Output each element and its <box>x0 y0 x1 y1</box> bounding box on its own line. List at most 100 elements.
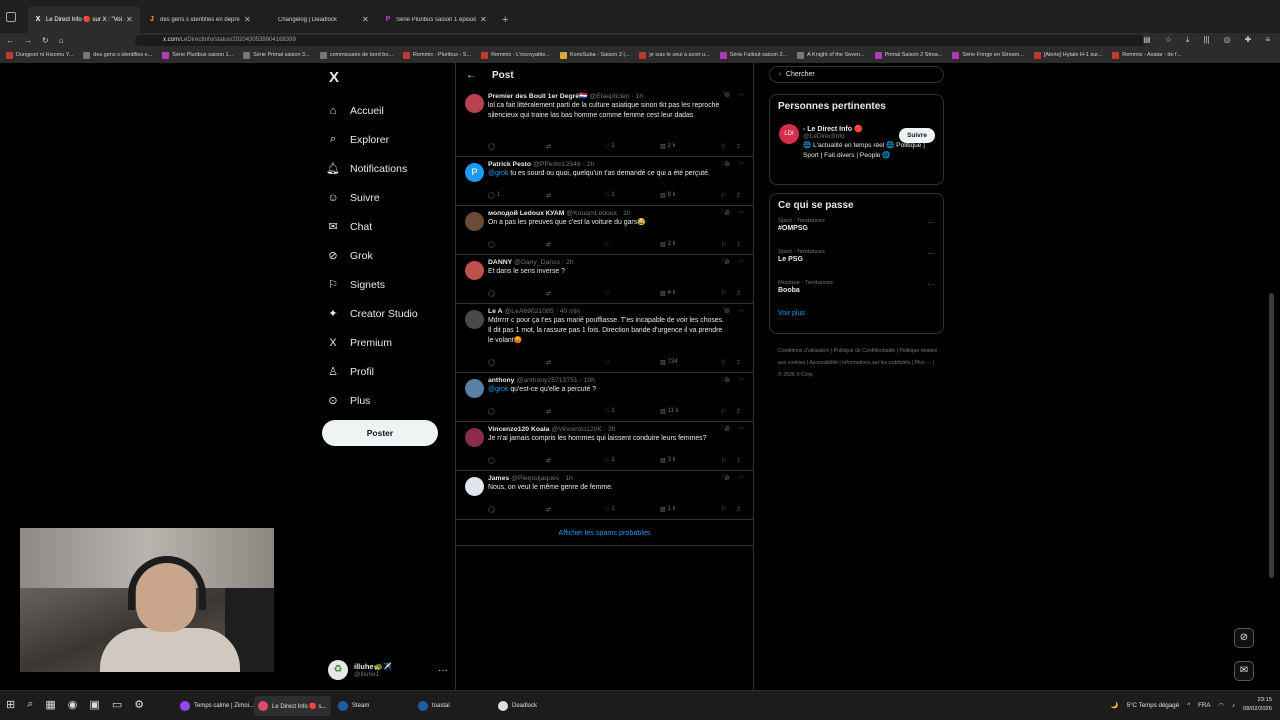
tab-deadlock-changelog[interactable]: Changelog | Deadlock ✕ <box>260 6 376 33</box>
avatar[interactable] <box>465 379 484 398</box>
timestamp[interactable]: 1h <box>636 93 644 100</box>
like-button[interactable]: ♡ 1 <box>604 192 615 199</box>
timestamp[interactable]: 1h <box>565 475 573 482</box>
share-button[interactable]: ⇪ <box>736 143 741 150</box>
views-button[interactable]: ▥ 8 k <box>660 192 676 199</box>
like-button[interactable]: ♡ 1 <box>604 143 615 150</box>
views-button[interactable]: ▥ 2 k <box>660 241 676 248</box>
bookmark-item[interactable]: Série Fringe en Stream... <box>952 51 1024 59</box>
tab-le-direct-info[interactable]: X Le Direct Info 🔴 sur X : "Voilà ✕ <box>28 6 140 33</box>
avatar[interactable] <box>465 261 484 280</box>
nav-item-signets[interactable]: ⚐ Signets <box>326 270 456 299</box>
trend-item[interactable]: Sport · Tendances Le PSG ··· <box>770 246 943 277</box>
taskbar-app-3[interactable]: toastal <box>414 696 454 716</box>
bookmark-item[interactable]: je suis le seul à avoir u... <box>639 51 710 59</box>
avatar[interactable] <box>465 477 484 496</box>
messages-icon[interactable]: ✉ <box>1234 661 1254 681</box>
star-icon[interactable]: ☆ <box>1165 33 1172 47</box>
more-icon[interactable]: ··· <box>738 307 745 315</box>
grok-icon[interactable]: ⊘ <box>724 376 730 384</box>
files-icon[interactable]: ▣ <box>89 698 99 711</box>
repost-button[interactable]: ⇄ <box>546 408 551 415</box>
tab-jv-forum[interactable]: J des gens s identifies en depress ✕ <box>142 6 258 33</box>
bookmark-item[interactable]: Série Pluribus saison 1... <box>162 51 233 59</box>
like-button[interactable]: ♡ 1 <box>604 408 615 415</box>
views-button[interactable]: ▥ 1 k <box>660 506 676 513</box>
reply-item[interactable]: ⊘ ··· Premier des Boull 1er Degré🇳🇱 @Elaep… <box>456 88 753 157</box>
reply-item[interactable]: ⊘ ··· DANNY @Dany_Danss · 2h Et dans le sen… <box>456 255 753 304</box>
author-handle[interactable]: @LeA69021085 <box>504 308 553 315</box>
nav-item-chat[interactable]: ✉ Chat <box>326 212 456 241</box>
views-button[interactable]: ▥ 11 k <box>660 408 679 415</box>
more-icon[interactable]: ··· <box>738 425 745 433</box>
avatar[interactable]: LDI <box>779 124 799 144</box>
more-icon[interactable]: ··· <box>738 91 745 99</box>
post-button[interactable]: Poster <box>322 420 438 446</box>
more-icon[interactable]: ··· <box>738 474 745 482</box>
avatar[interactable]: P <box>465 163 484 182</box>
repost-button[interactable]: ⇄ <box>546 359 551 366</box>
nav-item-profil[interactable]: ♙ Profil <box>326 357 456 386</box>
folder-icon[interactable]: ▭ <box>112 698 122 711</box>
author-name[interactable]: Vincenzo120 Koala <box>488 426 549 433</box>
reload-icon[interactable]: ↻ <box>42 36 49 45</box>
trend-item[interactable]: Musique · Tendances Booba ··· <box>770 277 943 308</box>
more-icon[interactable]: ··· <box>927 249 935 258</box>
author-handle[interactable]: @anthony25713751 <box>516 377 577 384</box>
grok-icon[interactable]: ⊘ <box>724 425 730 433</box>
like-button[interactable]: ♡ <box>604 241 609 248</box>
nav-item-accueil[interactable]: ⌂ Accueil <box>326 96 456 125</box>
tray-icon[interactable]: ^ <box>1187 702 1190 709</box>
edge-icon[interactable]: ◉ <box>68 698 78 711</box>
search-input[interactable]: ⌕ Chercher <box>769 66 944 83</box>
nav-item-premium[interactable]: X Premium <box>326 328 456 357</box>
clock[interactable]: 23:15 08/02/2026 <box>1243 696 1272 714</box>
more-icon[interactable]: ··· <box>927 280 935 289</box>
repost-button[interactable]: ⇄ <box>546 143 551 150</box>
avatar[interactable] <box>465 212 484 231</box>
reply-item[interactable]: ⊘ ··· anthony @anthony25713751 · 10h @grok … <box>456 373 753 422</box>
author-handle[interactable]: @Vincenzo120K <box>551 426 602 433</box>
author-name[interactable]: James <box>488 475 509 482</box>
grok-icon[interactable]: ⊘ <box>724 160 730 168</box>
library-icon[interactable]: ||| <box>1203 33 1209 47</box>
reply-button[interactable]: ◯ <box>488 359 495 366</box>
close-tab-icon[interactable]: ✕ <box>126 15 134 24</box>
reply-button[interactable]: ◯ <box>488 290 495 297</box>
more-icon[interactable]: ··· <box>927 218 935 227</box>
grok-icon[interactable]: ⊘ <box>724 474 730 482</box>
views-button[interactable]: ▥ 2 k <box>660 143 676 150</box>
mention-link[interactable]: @grok <box>488 170 508 177</box>
repost-button[interactable]: ⇄ <box>546 241 551 248</box>
grok-icon[interactable]: ⊘ <box>724 307 730 315</box>
avatar[interactable] <box>465 310 484 329</box>
author-name[interactable]: Premier des Boull 1er Degré🇳🇱 <box>488 93 588 100</box>
bookmark-item[interactable]: Remmix - L'incroyable... <box>481 51 550 59</box>
trend-item[interactable]: Sport · Tendances #OMPSG ··· <box>770 215 943 246</box>
share-button[interactable]: ⇪ <box>736 457 741 464</box>
bookmark-item[interactable]: Série Fallout saison 2... <box>719 51 787 59</box>
back-icon[interactable]: ← <box>6 36 14 45</box>
share-button[interactable]: ⇪ <box>736 192 741 199</box>
taskbar-app-4[interactable]: Deadlock <box>494 696 541 716</box>
like-button[interactable]: ♡ 1 <box>604 457 615 464</box>
taskbar-app-0[interactable]: Temps calme | Zimoi... <box>176 696 258 716</box>
more-icon[interactable]: ··· <box>738 258 745 266</box>
bookmark-button[interactable]: ⚐ <box>721 241 726 248</box>
share-button[interactable]: ⇪ <box>736 290 741 297</box>
bookmark-item[interactable]: [Alerte] Hytale H-1 sur... <box>1033 51 1102 59</box>
share-button[interactable]: ⇪ <box>736 408 741 415</box>
timestamp[interactable]: 40 min <box>560 308 580 315</box>
like-button[interactable]: ♡ 1 <box>604 506 615 513</box>
bookmark-button[interactable]: ⚐ <box>721 359 726 366</box>
reply-item[interactable]: ⊘ ··· Vincenzo120 Koala @Vincenzo120K · 2h… <box>456 422 753 471</box>
author-handle[interactable]: @Pierpoljaques <box>511 475 559 482</box>
repost-button[interactable]: ⇄ <box>546 192 551 199</box>
repost-button[interactable]: ⇄ <box>546 457 551 464</box>
bookmark-button[interactable]: ⚐ <box>721 143 726 150</box>
new-tab-icon[interactable]: + <box>502 14 508 26</box>
author-name[interactable]: молодой Ledoux КУАМ <box>488 210 564 217</box>
bookmark-item[interactable]: Remmix - Avatar : de f... <box>1112 51 1181 59</box>
taskbar-app-1[interactable]: Le Direct Info 🔴 s... <box>254 696 331 716</box>
close-tab-icon[interactable]: ✕ <box>480 15 488 24</box>
